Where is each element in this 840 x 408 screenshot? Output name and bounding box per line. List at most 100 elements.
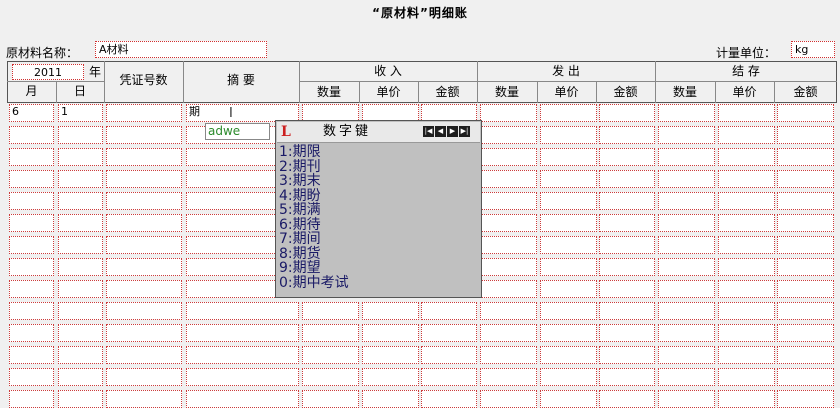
ime-prev-page-icon[interactable]: ◀ — [435, 126, 446, 137]
ledger-cell[interactable] — [540, 104, 597, 122]
ledger-cell[interactable] — [540, 390, 597, 408]
ledger-cell[interactable] — [362, 368, 419, 386]
ledger-cell[interactable] — [718, 214, 775, 232]
ledger-cell[interactable] — [362, 390, 419, 408]
ledger-cell[interactable] — [777, 368, 834, 386]
ledger-cell[interactable] — [58, 324, 103, 342]
ledger-cell[interactable] — [302, 302, 359, 320]
ledger-cell[interactable] — [540, 346, 597, 364]
ledger-cell[interactable] — [540, 126, 597, 144]
ledger-cell[interactable] — [777, 126, 834, 144]
ime-candidate[interactable]: 2:期刊 — [279, 159, 349, 175]
ledger-cell[interactable] — [106, 170, 182, 188]
ledger-cell[interactable] — [777, 170, 834, 188]
ledger-cell[interactable] — [186, 346, 299, 364]
ledger-cell[interactable] — [718, 104, 775, 122]
ledger-cell[interactable] — [302, 368, 359, 386]
ledger-cell[interactable] — [421, 390, 477, 408]
ledger-cell[interactable] — [9, 170, 54, 188]
ime-candidate[interactable]: 4:期盼 — [279, 188, 349, 204]
ledger-cell[interactable] — [599, 324, 655, 342]
ledger-cell[interactable] — [302, 346, 359, 364]
ledger-cell[interactable] — [718, 302, 775, 320]
ledger-cell[interactable] — [106, 126, 182, 144]
ledger-cell[interactable] — [718, 346, 775, 364]
ledger-cell[interactable] — [718, 236, 775, 254]
ime-candidate[interactable]: 5:期满 — [279, 203, 349, 218]
ime-candidate[interactable]: 0:期中考试 — [279, 275, 349, 291]
ledger-cell[interactable] — [540, 258, 597, 276]
ledger-cell[interactable] — [9, 390, 54, 408]
ledger-cell[interactable] — [9, 346, 54, 364]
ledger-cell[interactable] — [540, 324, 597, 342]
ime-candidate[interactable]: 9:期望 — [279, 261, 349, 276]
ledger-cell[interactable] — [58, 280, 103, 298]
ledger-cell[interactable] — [599, 346, 655, 364]
ledger-cell[interactable] — [9, 280, 54, 298]
ledger-cell[interactable] — [777, 192, 834, 210]
ledger-cell[interactable] — [480, 104, 537, 122]
ledger-cell[interactable] — [9, 214, 54, 232]
ledger-cell[interactable] — [58, 236, 103, 254]
ledger-cell[interactable] — [9, 236, 54, 254]
ledger-cell[interactable] — [58, 368, 103, 386]
ledger-cell[interactable] — [599, 368, 655, 386]
ledger-cell[interactable] — [658, 236, 715, 254]
ime-candidate[interactable]: 1:期限 — [279, 145, 349, 160]
ledger-cell[interactable] — [480, 280, 537, 298]
ledger-cell[interactable] — [777, 346, 834, 364]
unit-field[interactable]: kg — [791, 41, 835, 58]
ledger-cell[interactable] — [186, 302, 299, 320]
ledger-cell[interactable] — [106, 148, 182, 166]
ledger-cell[interactable] — [658, 170, 715, 188]
ledger-cell[interactable] — [658, 258, 715, 276]
ledger-cell[interactable] — [480, 368, 537, 386]
ledger-cell[interactable] — [421, 324, 477, 342]
ledger-cell[interactable] — [777, 302, 834, 320]
ledger-cell[interactable] — [718, 126, 775, 144]
ledger-cell[interactable] — [186, 390, 299, 408]
ledger-cell[interactable]: 1 — [58, 104, 103, 122]
ledger-cell[interactable] — [658, 104, 715, 122]
ledger-cell[interactable] — [718, 192, 775, 210]
ledger-cell[interactable] — [106, 214, 182, 232]
ledger-cell[interactable] — [480, 236, 537, 254]
ledger-cell[interactable] — [718, 258, 775, 276]
ledger-cell[interactable] — [658, 214, 715, 232]
ledger-cell[interactable] — [106, 346, 182, 364]
ledger-cell[interactable] — [658, 192, 715, 210]
ledger-cell[interactable] — [58, 258, 103, 276]
ledger-cell[interactable] — [186, 368, 299, 386]
ledger-cell[interactable] — [106, 280, 182, 298]
ime-titlebar[interactable]: L 数字键 |◀ ◀ ▶ ▶| — [277, 122, 480, 143]
year-field[interactable]: 2011 — [12, 64, 84, 80]
ledger-cell[interactable] — [480, 346, 537, 364]
ledger-cell[interactable] — [540, 148, 597, 166]
ledger-cell[interactable] — [9, 368, 54, 386]
ledger-cell[interactable] — [9, 324, 54, 342]
ledger-cell[interactable] — [718, 324, 775, 342]
ime-next-page-icon[interactable]: ▶ — [447, 126, 458, 137]
ledger-cell[interactable] — [362, 302, 419, 320]
ledger-cell[interactable] — [540, 368, 597, 386]
ledger-cell[interactable] — [540, 192, 597, 210]
ledger-cell[interactable] — [658, 148, 715, 166]
ledger-cell[interactable] — [58, 390, 103, 408]
ledger-cell[interactable] — [106, 104, 182, 122]
ledger-cell[interactable] — [599, 148, 655, 166]
ledger-cell[interactable] — [599, 214, 655, 232]
ime-candidate[interactable]: 6:期待 — [279, 217, 349, 233]
ledger-cell[interactable] — [658, 126, 715, 144]
ledger-cell[interactable] — [58, 170, 103, 188]
ledger-cell[interactable] — [718, 280, 775, 298]
ledger-cell[interactable] — [106, 368, 182, 386]
ledger-cell[interactable] — [106, 302, 182, 320]
ledger-cell[interactable] — [106, 324, 182, 342]
ledger-cell[interactable] — [421, 302, 477, 320]
ledger-cell[interactable] — [540, 302, 597, 320]
ledger-cell[interactable] — [9, 192, 54, 210]
ledger-cell[interactable] — [658, 280, 715, 298]
ledger-cell[interactable] — [658, 390, 715, 408]
ledger-cell[interactable] — [540, 170, 597, 188]
ledger-cell[interactable] — [777, 214, 834, 232]
